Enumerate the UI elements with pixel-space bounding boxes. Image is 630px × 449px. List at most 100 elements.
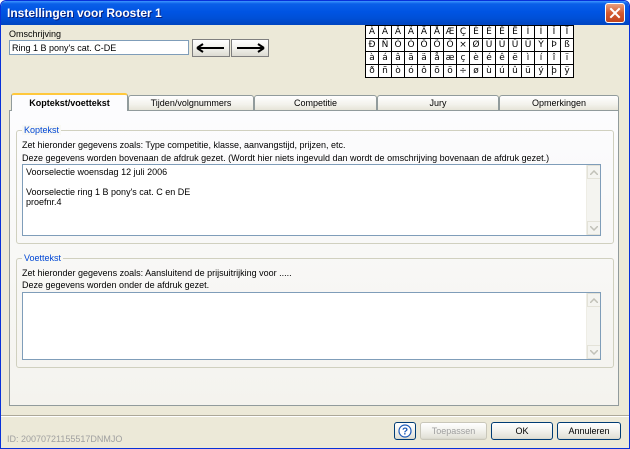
char-cell[interactable]: Ò [392, 39, 405, 52]
char-cell[interactable]: Ì [522, 26, 535, 39]
settings-dialog: Instellingen voor Rooster 1 Omschrijving… [0, 0, 630, 449]
scroll-down-button[interactable] [587, 221, 600, 235]
char-cell[interactable]: é [483, 52, 496, 65]
char-cell[interactable]: æ [444, 52, 457, 65]
char-cell[interactable]: Þ [548, 39, 561, 52]
ok-button[interactable]: OK [491, 422, 553, 440]
char-cell[interactable]: Ã [405, 26, 418, 39]
char-cell[interactable]: Æ [444, 26, 457, 39]
char-cell[interactable]: ø [470, 65, 483, 78]
char-cell[interactable]: ê [496, 52, 509, 65]
close-button[interactable] [605, 3, 625, 23]
tab-opmerkingen[interactable]: Opmerkingen [499, 95, 619, 110]
arrow-left-button[interactable] [192, 39, 230, 57]
char-cell[interactable]: ì [522, 52, 535, 65]
koptekst-title: Koptekst [22, 125, 62, 135]
char-cell[interactable]: å [431, 52, 444, 65]
scroll-up-button[interactable] [587, 165, 600, 179]
char-cell[interactable]: ÷ [457, 65, 470, 78]
tab-koptekst-voettekst[interactable]: Koptekst/voettekst [11, 93, 128, 111]
koptekst-scrollbar[interactable] [586, 165, 600, 235]
char-cell[interactable]: Ç [457, 26, 470, 39]
char-cell[interactable]: ò [392, 65, 405, 78]
tab-tijden-volgnummers[interactable]: Tijden/volgnummers [128, 95, 254, 110]
char-cell[interactable]: ú [496, 65, 509, 78]
arrow-right-button[interactable] [231, 39, 269, 57]
char-cell[interactable]: Ý [535, 39, 548, 52]
char-cell[interactable]: á [379, 52, 392, 65]
char-cell[interactable]: Ï [561, 26, 574, 39]
koptekst-textarea[interactable]: Voorselectie woensdag 12 juli 2006 Voors… [22, 164, 601, 236]
voettekst-textarea[interactable] [22, 292, 601, 360]
char-cell[interactable]: Å [431, 26, 444, 39]
char-cell[interactable]: ö [444, 65, 457, 78]
char-cell[interactable]: Ö [444, 39, 457, 52]
chevron-up-icon [590, 169, 598, 175]
help-icon: ? [398, 424, 412, 438]
omschrijving-input[interactable] [9, 40, 189, 55]
char-cell[interactable]: Ú [496, 39, 509, 52]
char-cell[interactable]: ä [418, 52, 431, 65]
char-cell[interactable]: Õ [431, 39, 444, 52]
tab-panel: Koptekst Zet hieronder gegevens zoals: T… [9, 110, 619, 406]
char-cell[interactable]: Ë [509, 26, 522, 39]
char-cell[interactable]: ë [509, 52, 522, 65]
char-cell[interactable]: Ü [522, 39, 535, 52]
char-cell[interactable]: û [509, 65, 522, 78]
char-cell[interactable]: Ä [418, 26, 431, 39]
char-cell[interactable]: è [470, 52, 483, 65]
tab-strip: Koptekst/voettekst Tijden/volgnummers Co… [1, 93, 629, 111]
char-cell[interactable]: ð [366, 65, 379, 78]
char-cell[interactable]: â [392, 52, 405, 65]
char-cell[interactable]: ó [405, 65, 418, 78]
char-cell[interactable]: í [535, 52, 548, 65]
char-cell[interactable]: × [457, 39, 470, 52]
scroll-up-button[interactable] [587, 293, 600, 307]
char-cell[interactable]: Â [392, 26, 405, 39]
help-button[interactable]: ? [394, 422, 416, 440]
voettekst-title: Voettekst [22, 253, 64, 263]
tab-competitie[interactable]: Competitie [254, 95, 377, 110]
char-cell[interactable]: ý [535, 65, 548, 78]
char-cell[interactable]: à [366, 52, 379, 65]
char-cell[interactable]: ã [405, 52, 418, 65]
char-cell[interactable]: ï [561, 52, 574, 65]
char-cell[interactable]: Á [379, 26, 392, 39]
char-cell[interactable]: î [548, 52, 561, 65]
char-cell[interactable]: Û [509, 39, 522, 52]
char-cell[interactable]: ù [483, 65, 496, 78]
char-cell[interactable]: ô [418, 65, 431, 78]
char-cell[interactable]: Ó [405, 39, 418, 52]
char-cell[interactable]: ÿ [561, 65, 574, 78]
char-cell[interactable]: Î [548, 26, 561, 39]
omschrijving-label: Omschrijving [9, 29, 62, 39]
char-cell[interactable]: þ [548, 65, 561, 78]
char-cell[interactable]: ß [561, 39, 574, 52]
char-cell[interactable]: Í [535, 26, 548, 39]
apply-button[interactable]: Toepassen [420, 422, 487, 440]
char-cell[interactable]: Ñ [379, 39, 392, 52]
char-cell[interactable]: Ù [483, 39, 496, 52]
cancel-button[interactable]: Annuleren [557, 422, 621, 440]
char-cell[interactable]: Ø [470, 39, 483, 52]
char-cell[interactable]: ü [522, 65, 535, 78]
char-cell[interactable]: ç [457, 52, 470, 65]
window-title: Instellingen voor Rooster 1 [7, 6, 162, 20]
char-cell[interactable]: Ô [418, 39, 431, 52]
close-icon [609, 7, 621, 19]
voettekst-group: Voettekst Zet hieronder gegevens zoals: … [16, 253, 614, 368]
char-cell[interactable]: Ê [496, 26, 509, 39]
char-cell[interactable]: À [366, 26, 379, 39]
scroll-down-button[interactable] [587, 345, 600, 359]
char-cell[interactable]: Ð [366, 39, 379, 52]
voettekst-scrollbar[interactable] [586, 293, 600, 359]
title-bar[interactable]: Instellingen voor Rooster 1 [1, 1, 629, 25]
chevron-down-icon [590, 225, 598, 231]
koptekst-group: Koptekst Zet hieronder gegevens zoals: T… [16, 125, 614, 244]
tab-jury[interactable]: Jury [377, 95, 499, 110]
char-cell[interactable]: È [470, 26, 483, 39]
char-cell[interactable]: ñ [379, 65, 392, 78]
char-cell[interactable]: É [483, 26, 496, 39]
arrow-left-icon [196, 43, 224, 53]
char-cell[interactable]: õ [431, 65, 444, 78]
